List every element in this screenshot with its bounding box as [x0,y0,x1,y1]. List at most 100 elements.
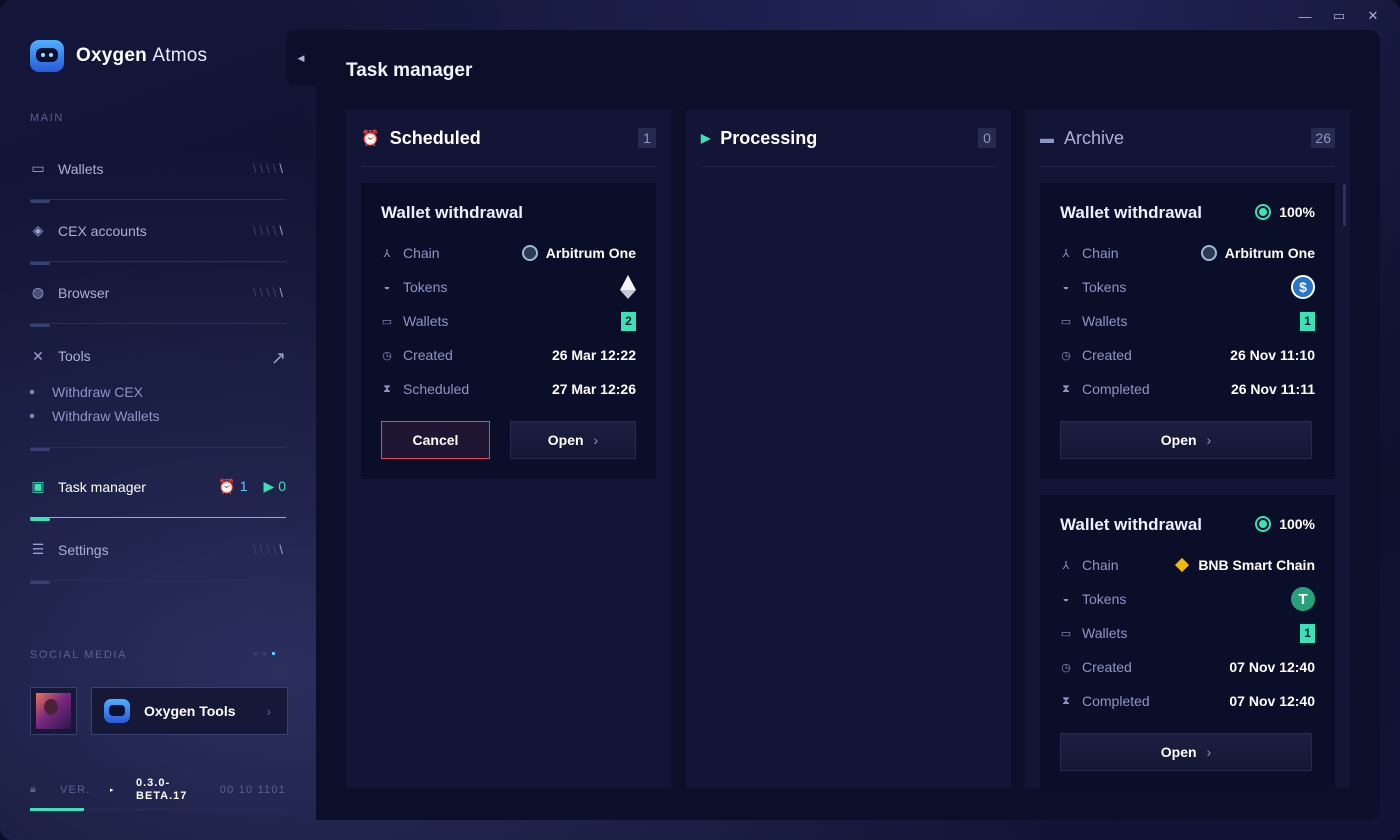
collapse-sidebar-button[interactable]: ◀ [286,30,316,86]
row-completed: ⧗ Completed 07 Nov 12:40 [1060,691,1315,711]
sidebar-item-wallets[interactable]: ▭ Wallets \\\\\ [30,138,286,203]
task-counts: ⏰ 1 ▶ 0 [218,478,286,495]
chain-value: Arbitrum One [545,245,636,261]
column-header: ▬ Archive 26 [1040,110,1335,167]
app-logo[interactable]: Oxygen Atmos [30,40,207,72]
oxygen-logo-icon [104,699,130,723]
avatar[interactable] [30,687,77,735]
row-wallets: ▭ Wallets 1 [1060,311,1315,331]
globe-icon: ◍ [31,284,45,300]
chevron-right-icon: › [593,432,599,448]
row-scheduled: ⧗ Scheduled 27 Mar 12:26 [381,379,636,399]
chevron-icon: \ [279,161,286,176]
open-button[interactable]: Open › [1060,733,1312,771]
usdt-token-icon: T [1291,587,1315,611]
version-code: 00 10 1101 [219,783,286,796]
chevron-left-icon: ◀ [297,52,305,63]
sidebar-item-cex-accounts[interactable]: ◈ CEX accounts \\\\\ [30,200,286,265]
row-label: Wallets [1082,313,1128,329]
processing-count: 0 [278,478,286,494]
play-icon: ▶ [263,478,275,494]
row-label: Created [403,347,453,363]
sidebar-item-task-manager[interactable]: ▣ Task manager ⏰ 1 ▶ 0 [30,456,286,521]
sidebar-item-browser[interactable]: ◍ Browser \\\\\ [30,262,286,327]
clock-icon: ◷ [382,349,392,362]
open-label: Open [1160,432,1197,448]
task-card: Wallet withdrawal 100% ⅄ Chain BNB Smart … [1040,495,1335,788]
lock-icon: 🔒︎ [30,783,38,795]
oxygen-tools-link[interactable]: Oxygen Tools › [91,687,288,735]
row-label: Wallets [403,313,449,329]
row-wallets: ▭ Wallets 1 [1060,623,1315,643]
minimize-icon[interactable]: — [1288,6,1322,26]
sliders-icon: ☰ [31,541,45,557]
chevron-icon: \ [279,285,286,300]
sidebar-subitem-withdraw-wallets[interactable]: Withdraw Wallets [30,408,160,424]
alarm-icon: ⏰ [218,478,236,494]
scrollbar[interactable] [1343,184,1346,226]
open-label: Open [1160,744,1197,760]
card-title: Wallet withdrawal [1060,515,1203,534]
bnb-icon [1174,557,1190,573]
main-panel: Task manager ⏰ Scheduled 1 Wallet withdra… [316,30,1380,820]
column-count: 1 [638,128,656,148]
column-count: 26 [1311,128,1335,148]
check-circle-icon [1255,516,1272,532]
sidebar: Oxygen Atmos MAIN ▭ Wallets \\\\\ ◈ CEX ac… [0,0,316,840]
chain-value: Arbitrum One [1224,245,1315,261]
row-label: Completed [1082,381,1150,397]
row-label: Tokens [1082,591,1127,607]
wallet-icon: ▭ [1060,627,1072,640]
folder-icon: ▬ [1040,130,1054,146]
progress-status: 100% [1255,516,1315,532]
task-card: Wallet withdrawal ⅄ Chain Arbitrum One ◒ T… [361,183,656,479]
row-label: Chain [403,245,440,261]
created-value: 26 Mar 12:22 [551,347,636,363]
scheduled-value: 27 Mar 12:26 [551,381,636,397]
alarm-icon: ⏰ [361,130,380,147]
row-label: Wallets [1082,625,1128,641]
column-title: Processing [720,127,818,148]
sidebar-item-label: CEX accounts [58,222,147,239]
row-label: Scheduled [403,381,470,397]
card-title: Wallet withdrawal [381,203,524,222]
sidebar-subitem-withdraw-cex[interactable]: Withdraw CEX [30,384,143,400]
hourglass-icon: ⧗ [1062,382,1070,395]
maximize-icon[interactable]: ▭ [1322,6,1356,26]
row-completed: ⧗ Completed 26 Nov 11:11 [1060,379,1315,399]
chevron-right-icon: › [266,703,271,719]
row-label: Created [1082,347,1132,363]
play-icon: ▶ [701,131,711,145]
coins-icon: ◒ [383,281,391,293]
close-icon[interactable]: ✕ [1356,6,1390,26]
chevron-right-icon: › [1206,432,1212,448]
scheduled-count: 1 [239,478,248,494]
row-label: Chain [1082,245,1119,261]
arbitrum-icon [521,245,538,261]
task-card: Wallet withdrawal 100% ⅄ Chain Arbitrum O… [1040,183,1335,479]
wallets-count-badge: 1 [1300,623,1315,643]
chain-icon: ⅄ [1062,559,1070,572]
open-button[interactable]: Open › [510,421,636,459]
tools-icon: ✕ [32,347,44,364]
wallet-icon: ▭ [381,315,393,328]
open-button[interactable]: Open › [1060,421,1312,459]
arbitrum-icon [1200,245,1217,261]
chain-icon: ⅄ [383,247,391,260]
row-tokens: ◒ Tokens [381,275,636,299]
column-header: ⏰ Scheduled 1 [361,110,656,167]
row-created: ◷ Created 26 Mar 12:22 [381,345,636,365]
usdc-token-icon: $ [1291,275,1315,299]
check-circle-icon [1255,204,1272,220]
sidebar-item-settings[interactable]: ☰ Settings \\\\\ [30,519,286,584]
completed-value: 07 Nov 12:40 [1229,693,1315,709]
chain-value: BNB Smart Chain [1198,557,1315,573]
sidebar-item-label: Task manager [58,478,146,495]
app-window: — ▭ ✕ Oxygen Atmos MAIN ▭ Wallets \\\\\ ◈… [0,0,1400,840]
wallet-icon: ▭ [31,160,45,176]
sidebar-item-label: Wallets [58,160,104,177]
sidebar-item-label: Browser [58,284,110,301]
sidebar-item-label: Tools [58,348,91,364]
hourglass-icon: ⧗ [1062,694,1070,707]
cancel-button[interactable]: Cancel [381,421,490,459]
